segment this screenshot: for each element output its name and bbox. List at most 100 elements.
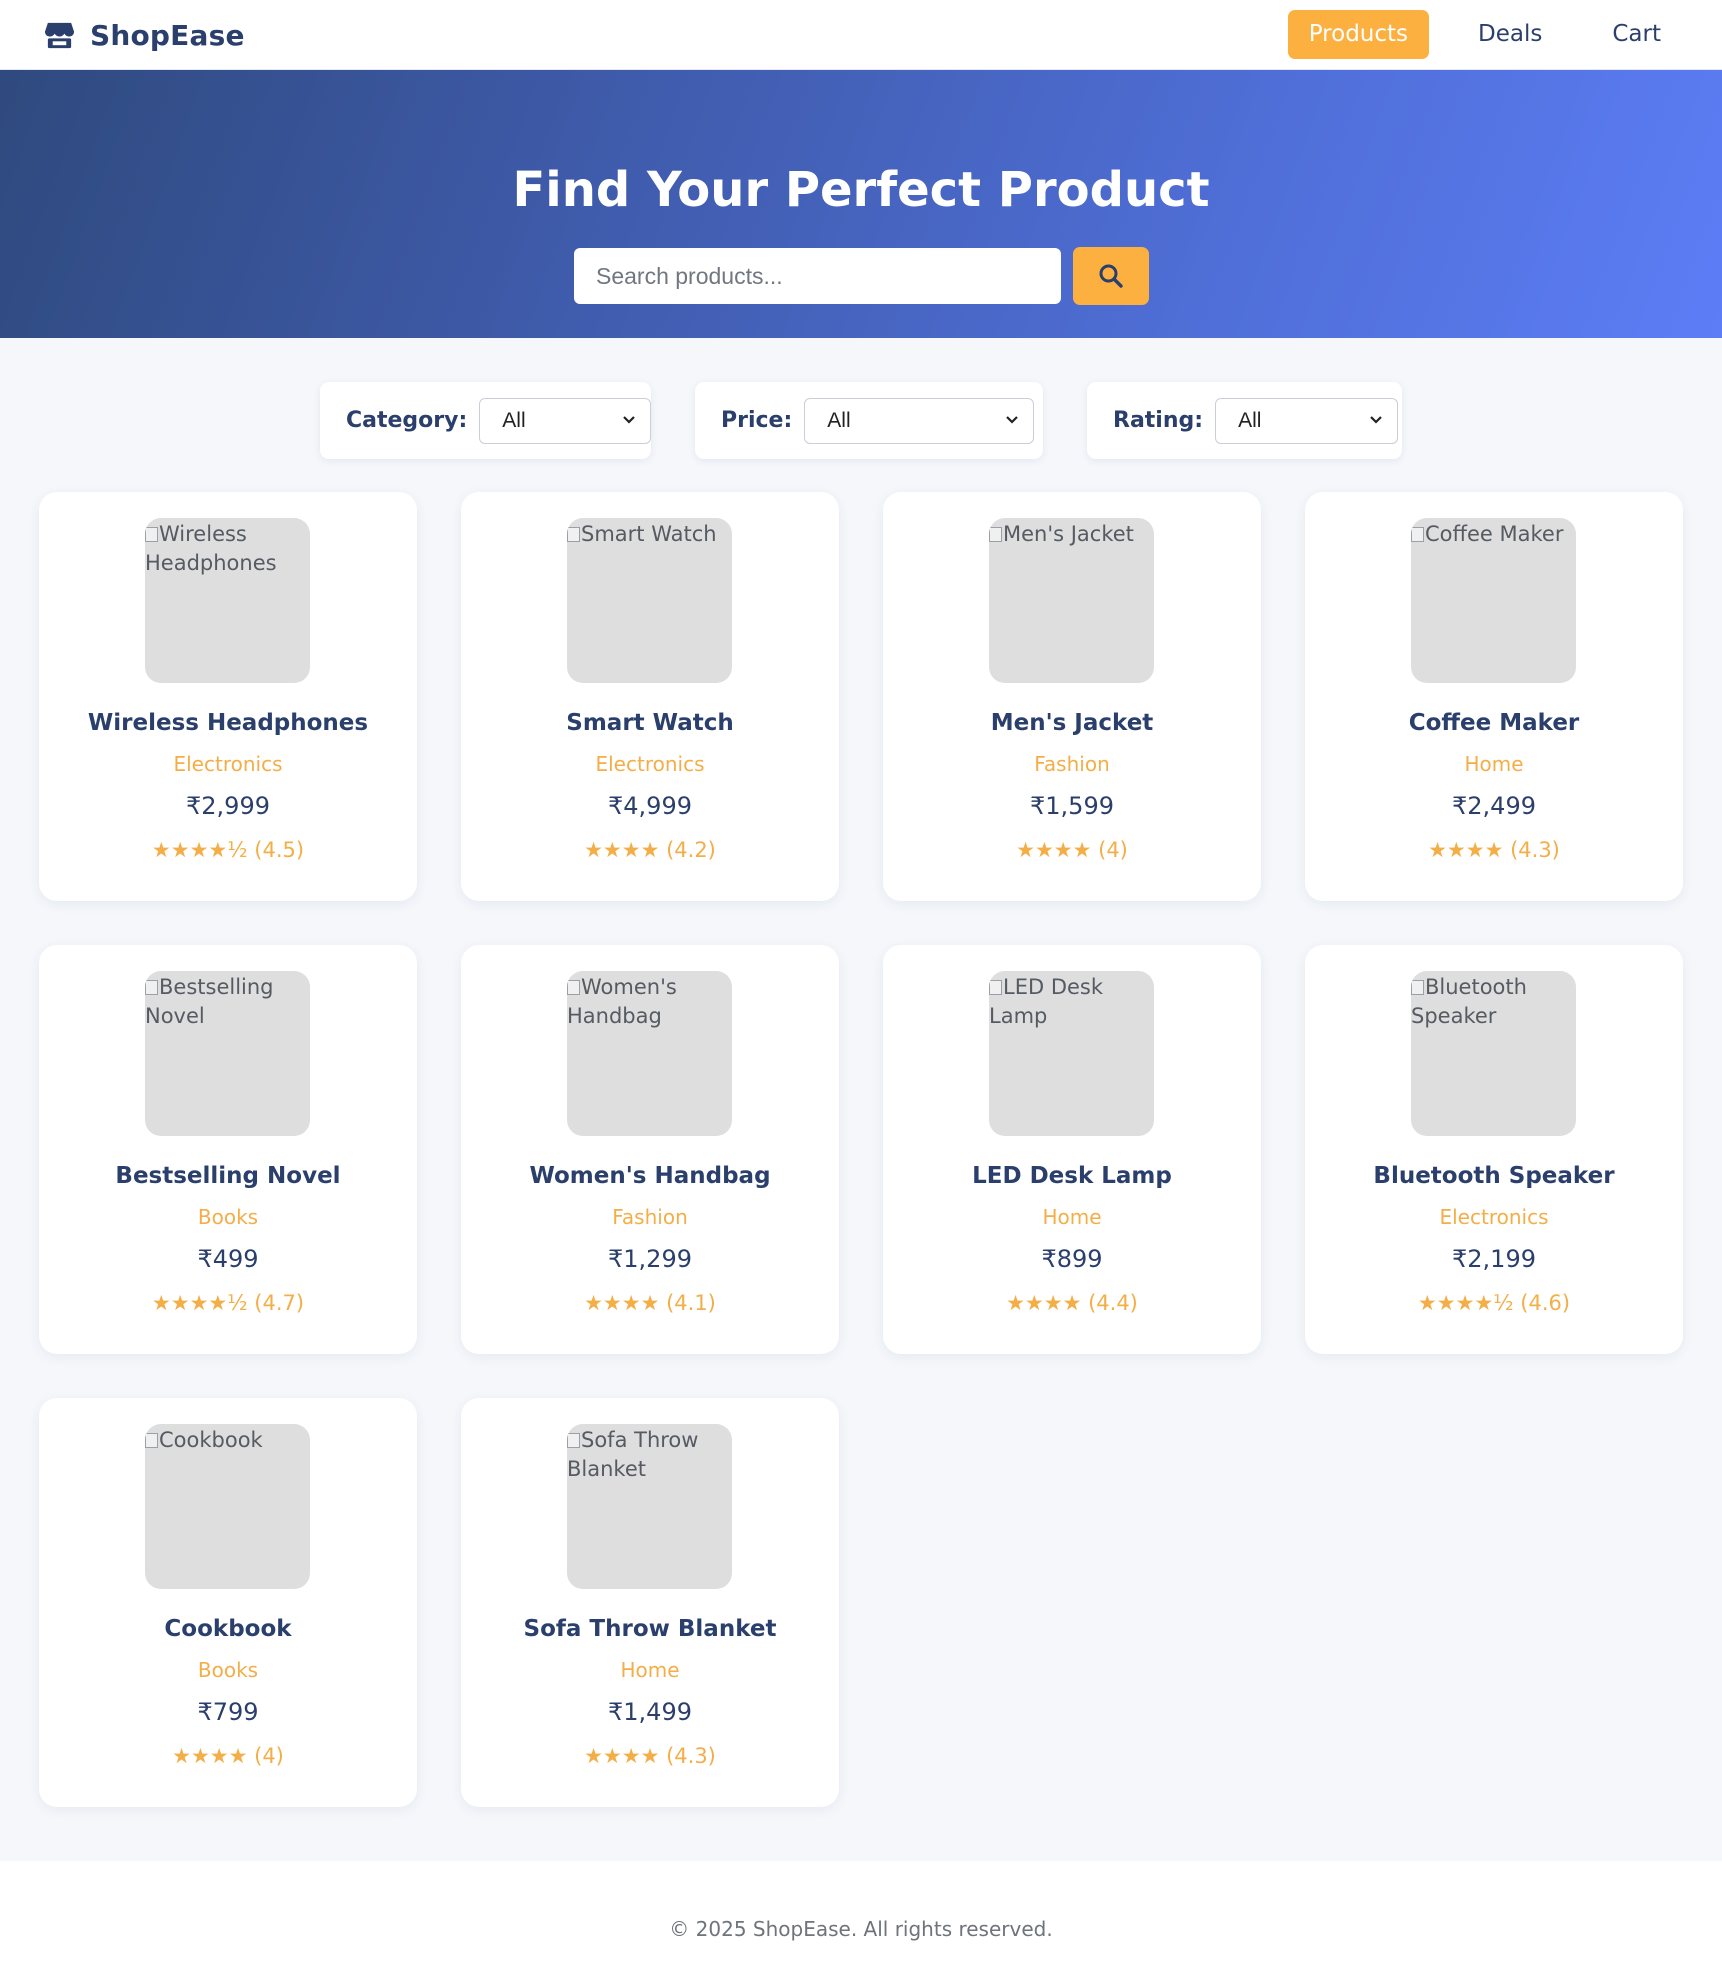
- hero-title: Find Your Perfect Product: [512, 162, 1210, 218]
- product-card[interactable]: Bestselling Novel Bestselling Novel Book…: [39, 945, 417, 1354]
- product-rating: ★★★★ (4): [883, 838, 1261, 862]
- rating-value: (4.5): [254, 838, 305, 862]
- product-card[interactable]: Cookbook Cookbook Books ₹799 ★★★★ (4): [39, 1398, 417, 1807]
- product-category: Home: [620, 1658, 680, 1682]
- hero-banner: Find Your Perfect Product: [0, 70, 1722, 338]
- chevron-down-icon: [1006, 415, 1019, 424]
- product-price: ₹4,999: [608, 792, 692, 820]
- rating-stars: ★★★★: [584, 1744, 660, 1768]
- product-card[interactable]: LED Desk Lamp LED Desk Lamp Home ₹899 ★★…: [883, 945, 1261, 1354]
- product-rating: ★★★★ (4.3): [1305, 838, 1683, 862]
- product-rating: ★★★★ (4.3): [461, 1744, 839, 1768]
- rating-stars: ★★★★½: [151, 1291, 248, 1315]
- image-alt-text: Coffee Maker: [1425, 522, 1564, 546]
- rating-stars: ★★★★½: [151, 838, 248, 862]
- nav-deals[interactable]: Deals: [1457, 10, 1563, 59]
- rating-value: (4.7): [254, 1291, 305, 1315]
- broken-image-icon: [989, 527, 1002, 542]
- product-image: Bluetooth Speaker: [1411, 971, 1576, 1136]
- product-category: Electronics: [1439, 1205, 1549, 1229]
- rating-value: (4.1): [666, 1291, 716, 1315]
- price-select[interactable]: All: [804, 397, 1035, 444]
- broken-image-icon: [567, 980, 580, 995]
- rating-select[interactable]: All: [1215, 397, 1399, 444]
- select-value: All: [827, 408, 851, 432]
- product-price: ₹2,499: [1452, 792, 1536, 820]
- product-name: Bestselling Novel: [115, 1163, 341, 1189]
- product-price: ₹2,999: [186, 792, 270, 820]
- product-name: Cookbook: [164, 1616, 292, 1642]
- product-rating: ★★★★ (4): [39, 1744, 417, 1768]
- product-image: Smart Watch: [567, 518, 732, 683]
- category-select[interactable]: All: [479, 397, 651, 444]
- rating-value: (4.2): [666, 838, 716, 862]
- rating-stars: ★★★★: [172, 1744, 248, 1768]
- product-price: ₹1,499: [608, 1698, 692, 1726]
- filter-label: Rating:: [1113, 408, 1204, 433]
- brand-logo[interactable]: ShopEase: [44, 16, 245, 54]
- copyright-text: © 2025 ShopEase. All rights reserved.: [669, 1917, 1053, 1941]
- product-image: Men's Jacket: [989, 518, 1154, 683]
- broken-image-icon: [145, 1433, 158, 1448]
- product-image: LED Desk Lamp: [989, 971, 1154, 1136]
- image-alt-text: Bluetooth Speaker: [1411, 975, 1527, 1028]
- product-category: Electronics: [173, 752, 283, 776]
- product-price: ₹499: [197, 1245, 259, 1273]
- search-button[interactable]: [1073, 247, 1149, 305]
- image-alt-text: Men's Jacket: [1003, 522, 1134, 546]
- product-name: LED Desk Lamp: [972, 1163, 1172, 1189]
- filter-label: Category:: [346, 408, 468, 433]
- product-image: Bestselling Novel: [145, 971, 310, 1136]
- nav-products[interactable]: Products: [1287, 10, 1430, 59]
- filter-label: Price:: [721, 408, 793, 433]
- image-alt-text: Sofa Throw Blanket: [567, 1428, 699, 1481]
- rating-stars: ★★★★: [584, 838, 660, 862]
- rating-stars: ★★★★: [1006, 1291, 1082, 1315]
- product-name: Women's Handbag: [529, 1163, 771, 1189]
- select-value: All: [502, 408, 526, 432]
- rating-stars: ★★★★: [1016, 838, 1092, 862]
- store-icon: [44, 22, 75, 48]
- product-category: Books: [197, 1205, 259, 1229]
- product-card[interactable]: Sofa Throw Blanket Sofa Throw Blanket Ho…: [461, 1398, 839, 1807]
- product-rating: ★★★★½ (4.6): [1305, 1291, 1683, 1315]
- rating-value: (4.3): [1510, 838, 1560, 862]
- rating-stars: ★★★★½: [1417, 1291, 1514, 1315]
- nav-cart[interactable]: Cart: [1591, 10, 1682, 59]
- product-price: ₹2,199: [1452, 1245, 1536, 1273]
- chevron-down-icon: [1370, 415, 1382, 424]
- select-value: All: [1238, 408, 1262, 432]
- product-card[interactable]: Bluetooth Speaker Bluetooth Speaker Elec…: [1305, 945, 1683, 1354]
- broken-image-icon: [567, 1433, 580, 1448]
- rating-value: (4.3): [666, 1744, 716, 1768]
- category-filter: Category: All: [320, 382, 651, 459]
- image-alt-text: Cookbook: [159, 1428, 263, 1452]
- product-price: ₹1,299: [608, 1245, 692, 1273]
- rating-stars: ★★★★: [1428, 838, 1504, 862]
- product-rating: ★★★★½ (4.7): [39, 1291, 417, 1315]
- search-input[interactable]: [574, 248, 1061, 304]
- product-card[interactable]: Coffee Maker Coffee Maker Home ₹2,499 ★★…: [1305, 492, 1683, 901]
- image-alt-text: Bestselling Novel: [145, 975, 274, 1028]
- brand-name: ShopEase: [90, 18, 245, 52]
- image-alt-text: Women's Handbag: [567, 975, 677, 1028]
- broken-image-icon: [145, 980, 158, 995]
- rating-value: (4): [1098, 838, 1128, 862]
- product-image: Sofa Throw Blanket: [567, 1424, 732, 1589]
- product-rating: ★★★★ (4.2): [461, 838, 839, 862]
- product-card[interactable]: Men's Jacket Men's Jacket Fashion ₹1,599…: [883, 492, 1261, 901]
- product-card[interactable]: Wireless Headphones Wireless Headphones …: [39, 492, 417, 901]
- broken-image-icon: [1411, 527, 1424, 542]
- product-rating: ★★★★½ (4.5): [39, 838, 417, 862]
- product-name: Men's Jacket: [990, 710, 1154, 736]
- product-card[interactable]: Smart Watch Smart Watch Electronics ₹4,9…: [461, 492, 839, 901]
- product-name: Smart Watch: [566, 710, 734, 736]
- product-name: Coffee Maker: [1408, 710, 1580, 736]
- product-image: Wireless Headphones: [145, 518, 310, 683]
- product-name: Bluetooth Speaker: [1373, 1163, 1615, 1189]
- product-category: Electronics: [595, 752, 705, 776]
- product-card[interactable]: Women's Handbag Women's Handbag Fashion …: [461, 945, 839, 1354]
- product-price: ₹1,599: [1030, 792, 1114, 820]
- product-name: Wireless Headphones: [87, 710, 369, 736]
- product-category: Books: [197, 1658, 259, 1682]
